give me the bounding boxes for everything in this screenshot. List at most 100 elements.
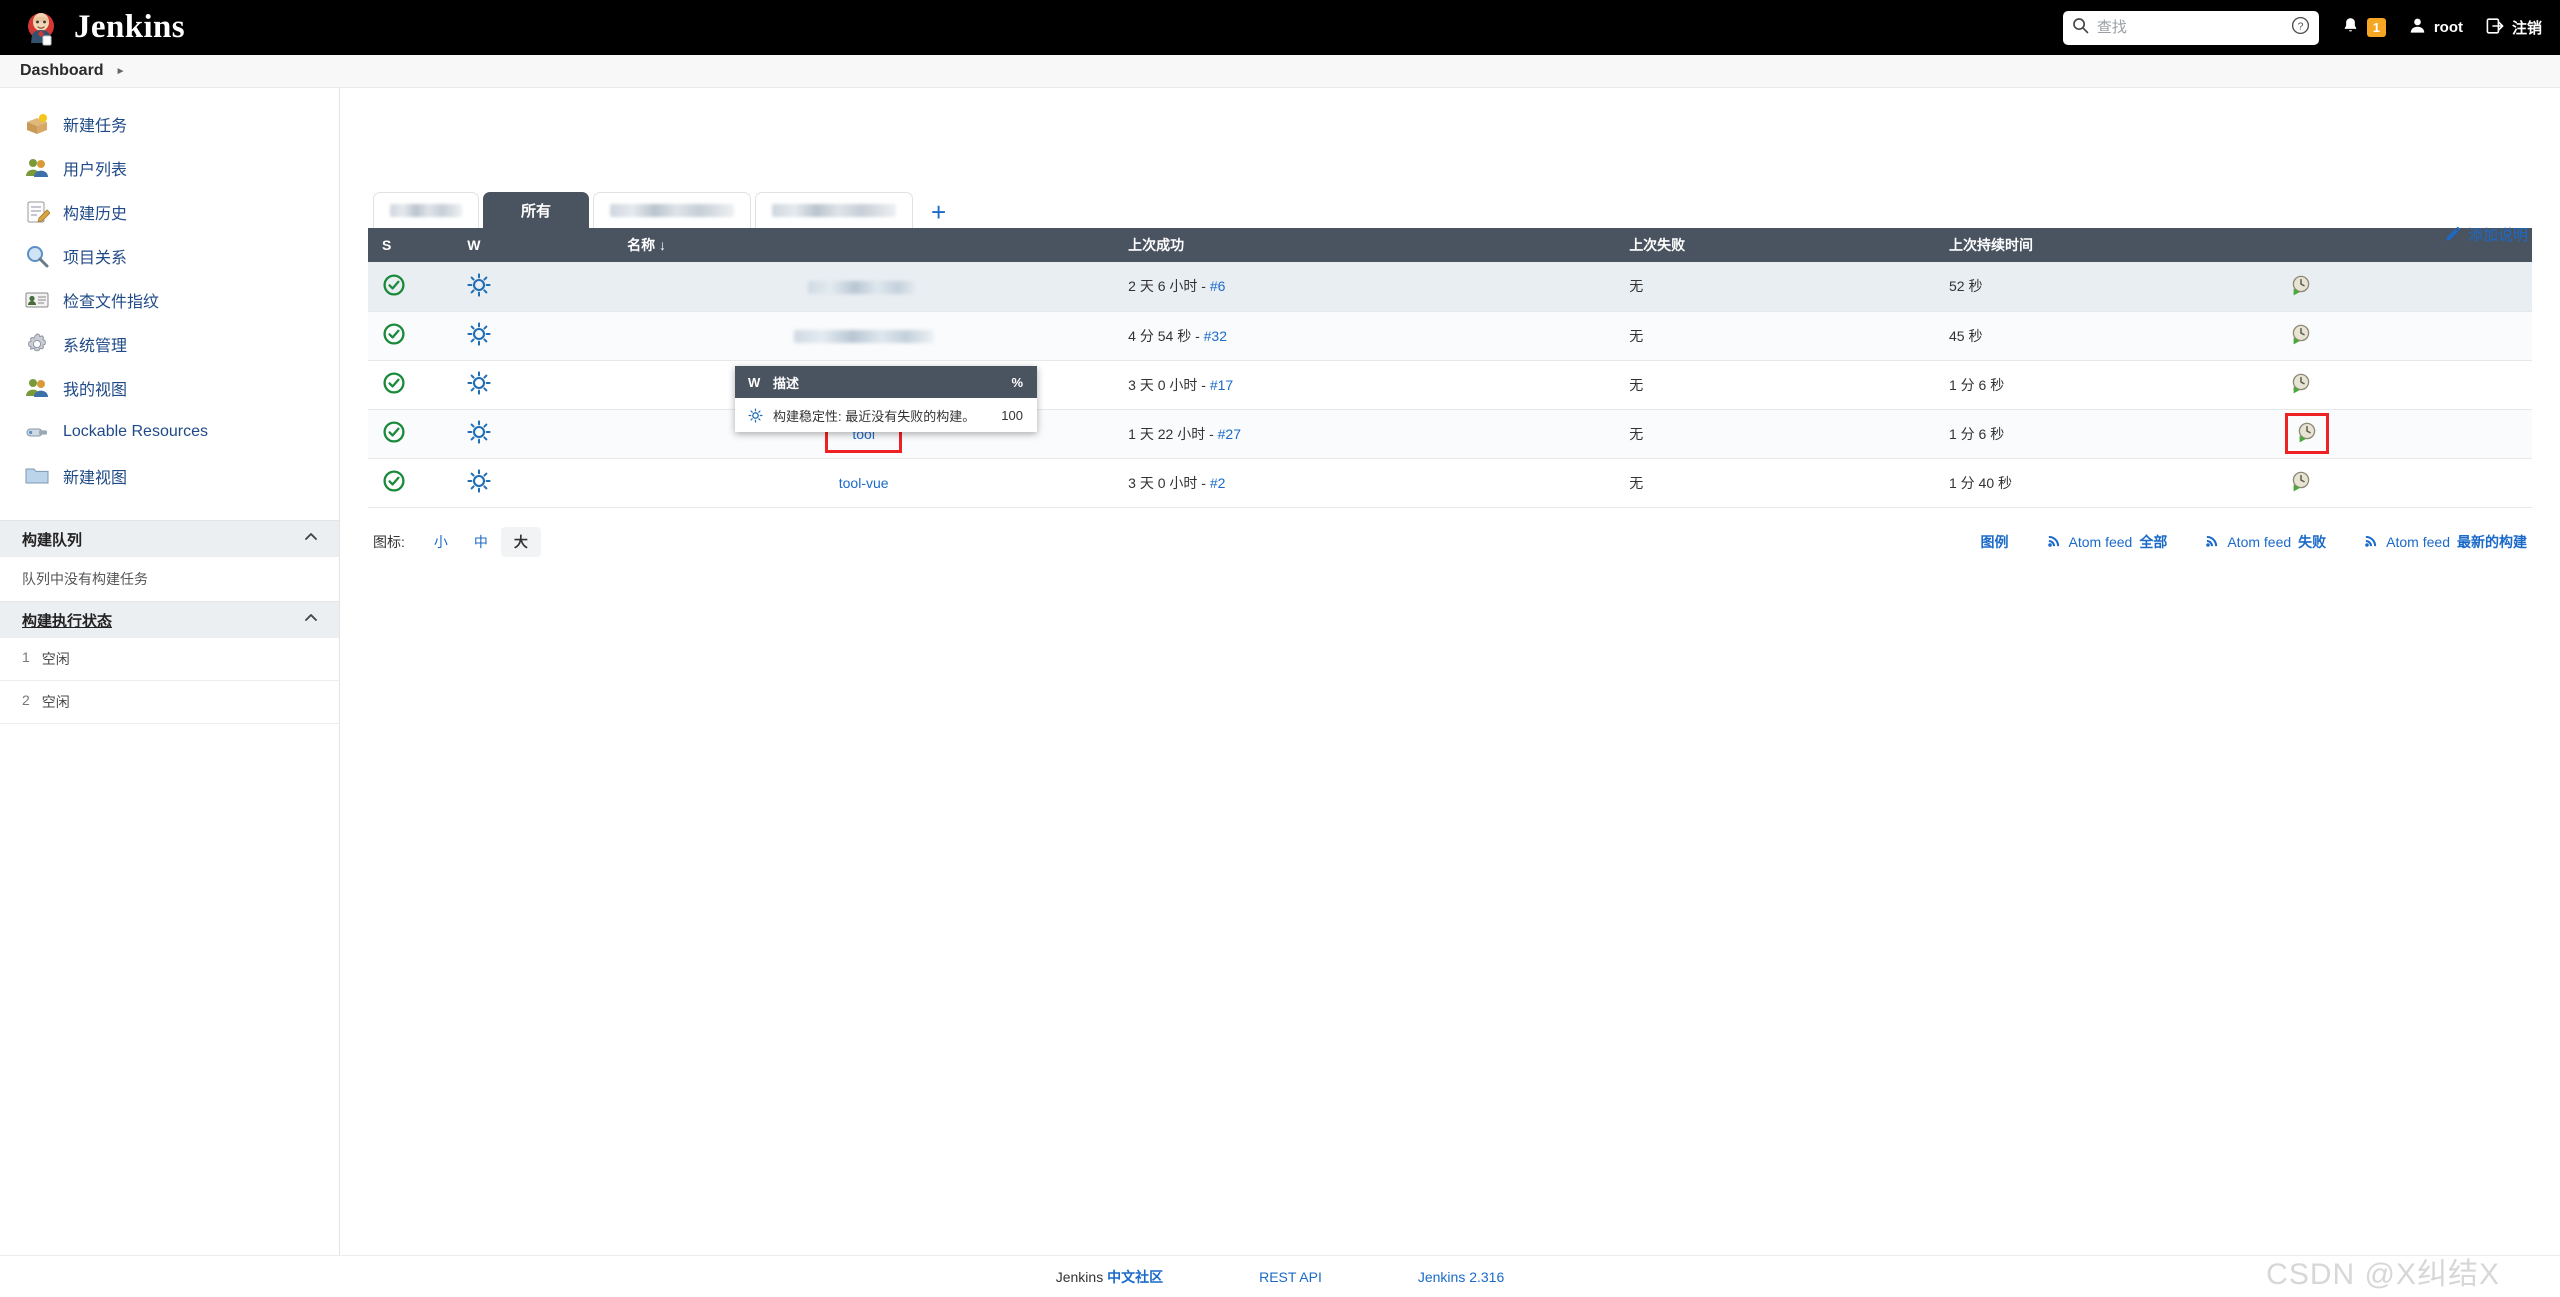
schedule-build-icon[interactable] [2290,381,2312,397]
executor-row[interactable]: 1 空闲 [0,638,339,681]
search-input[interactable] [2097,19,2310,36]
community-link-label[interactable]: 中文社区 [1107,1269,1163,1285]
chevron-up-icon[interactable] [303,610,319,631]
last-success-build-link[interactable]: #17 [1210,377,1233,393]
sunny-icon[interactable] [467,382,491,398]
top-header-bar: Jenkins ? [0,0,2560,55]
sidebar-item-users[interactable]: 用户列表 [0,146,339,190]
success-check-icon[interactable] [382,480,406,496]
atom-feed-all-link[interactable]: Atom feed 全部 [2047,532,2168,552]
last-success-build-link[interactable]: #6 [1210,278,1226,294]
jenkins-version-link[interactable]: Jenkins 2.316 [1418,1269,1504,1285]
sidebar-item-label: 项目关系 [63,244,127,268]
view-tab-blurred-1[interactable] [373,192,479,228]
table-row[interactable]: 2 天 6 小时 - #6 无 52 秒 [368,262,2532,311]
legend-link[interactable]: 图例 [1981,532,2009,552]
atom-feed-failed-link[interactable]: Atom feed 失败 [2205,532,2326,552]
table-row[interactable]: tool-vue 3 天 0 小时 - #2 无 1 分 40 秒 [368,458,2532,507]
build-queue-header[interactable]: 构建队列 [0,521,339,557]
tooltip-column-desc: 描述 [773,373,989,392]
sidebar-item-build-history[interactable]: 构建历史 [0,190,339,234]
table-row[interactable]: 4 分 54 秒 - #32 无 45 秒 [368,311,2532,360]
schedule-build-icon[interactable] [2290,479,2312,495]
logout-label: 注销 [2512,17,2542,38]
brand-home-link[interactable]: Jenkins [0,9,185,47]
blurred-tab-label [772,204,896,217]
jobs-table-header: S W 名称 ↓ 上次成功 上次失败 上次持续时间 [368,228,2532,262]
column-header-weather[interactable]: W [453,228,613,262]
success-check-icon[interactable] [382,431,406,447]
column-header-status[interactable]: S [368,228,453,262]
sunny-icon[interactable] [467,431,491,447]
sidebar-item-lockable-resources[interactable]: Lockable Resources [0,410,339,454]
blurred-job-name[interactable] [808,281,920,294]
column-header-last-duration[interactable]: 上次持续时间 [1935,228,2276,262]
schedule-build-icon[interactable] [2290,418,2324,449]
add-view-button[interactable]: + [917,199,960,228]
header-right-controls: ? 1 root [2063,0,2542,55]
executor-row[interactable]: 2 空闲 [0,681,339,724]
sidebar-item-manage-jenkins[interactable]: 系统管理 [0,322,339,366]
chevron-right-icon[interactable]: ► [116,66,126,77]
sidebar-item-label: 检查文件指纹 [63,288,159,312]
job-duration-cell: 1 分 6 秒 [1935,409,2276,458]
sidebar-item-project-relationship[interactable]: 项目关系 [0,234,339,278]
job-weather-cell [453,360,613,409]
community-link[interactable]: Jenkins 中文社区 [1056,1267,1163,1287]
icon-size-large[interactable]: 大 [501,527,541,557]
atom-feed-latest-link[interactable]: Atom feed 最新的构建 [2364,532,2527,552]
sidebar-item-fingerprint-check[interactable]: 检查文件指纹 [0,278,339,322]
icon-size-medium[interactable]: 中 [461,527,501,557]
user-menu-button[interactable]: root [2408,16,2463,39]
column-header-name[interactable]: 名称 ↓ [613,228,1114,262]
executor-status-title[interactable]: 构建执行状态 [22,610,112,631]
sidebar-item-label: 构建历史 [63,200,127,224]
chevron-up-icon[interactable] [303,529,319,550]
executor-number: 2 [22,692,30,712]
column-header-last-success[interactable]: 上次成功 [1114,228,1615,262]
people-icon [24,375,50,401]
last-success-build-link[interactable]: #32 [1204,328,1227,344]
success-check-icon[interactable] [382,333,406,349]
sidebar-item-new-view[interactable]: 新建视图 [0,454,339,498]
notifications-button[interactable]: 1 [2341,16,2386,40]
sidebar-item-new-job[interactable]: 新建任务 [0,102,339,146]
column-header-last-failure[interactable]: 上次失败 [1615,228,1935,262]
sunny-icon[interactable] [467,333,491,349]
job-action-cell [2276,262,2532,311]
logout-button[interactable]: 注销 [2485,16,2542,40]
tooltip-percent: 100 [989,408,1037,423]
view-tab-all[interactable]: 所有 [483,192,589,228]
help-circle-icon[interactable]: ? [2291,16,2310,40]
success-check-icon[interactable] [382,284,406,300]
sidebar-item-label: 新建任务 [63,112,127,136]
success-check-icon[interactable] [382,382,406,398]
last-success-build-link[interactable]: #27 [1218,426,1241,442]
add-description-button[interactable]: 添加说明 [2445,224,2528,245]
table-row[interactable]: 3 天 0 小时 - #17 无 1 分 6 秒 [368,360,2532,409]
folder-icon [24,463,50,489]
last-success-build-link[interactable]: #2 [1210,475,1226,491]
schedule-build-icon[interactable] [2290,283,2312,299]
job-name-link-tool-vue[interactable]: tool-vue [839,475,889,491]
weather-tooltip-row: 构建稳定性: 最近没有失败的构建。 100 [735,398,1037,432]
view-tab-blurred-3[interactable] [755,192,913,228]
icon-size-small[interactable]: 小 [421,527,461,557]
search-box[interactable]: ? [2063,11,2319,45]
sidebar-item-label: 用户列表 [63,156,127,180]
sidebar: 新建任务 用户列表 [0,88,340,1297]
brand-title: Jenkins [74,9,185,46]
blurred-job-name[interactable] [794,330,934,343]
rest-api-link[interactable]: REST API [1259,1269,1322,1285]
sunny-icon[interactable] [467,284,491,300]
schedule-build-icon[interactable] [2290,332,2312,348]
breadcrumb-item-dashboard[interactable]: Dashboard [20,62,104,80]
sunny-icon[interactable] [467,480,491,496]
table-row[interactable]: tool 1 天 22 小时 - #27 无 1 分 6 秒 [368,409,2532,458]
executor-status-header[interactable]: 构建执行状态 [0,602,339,638]
build-history-icon [24,199,50,225]
sidebar-item-my-views[interactable]: 我的视图 [0,366,339,410]
job-last-success-cell: 3 天 0 小时 - #17 [1114,360,1615,409]
view-tab-blurred-2[interactable] [593,192,751,228]
job-action-cell [2276,360,2532,409]
